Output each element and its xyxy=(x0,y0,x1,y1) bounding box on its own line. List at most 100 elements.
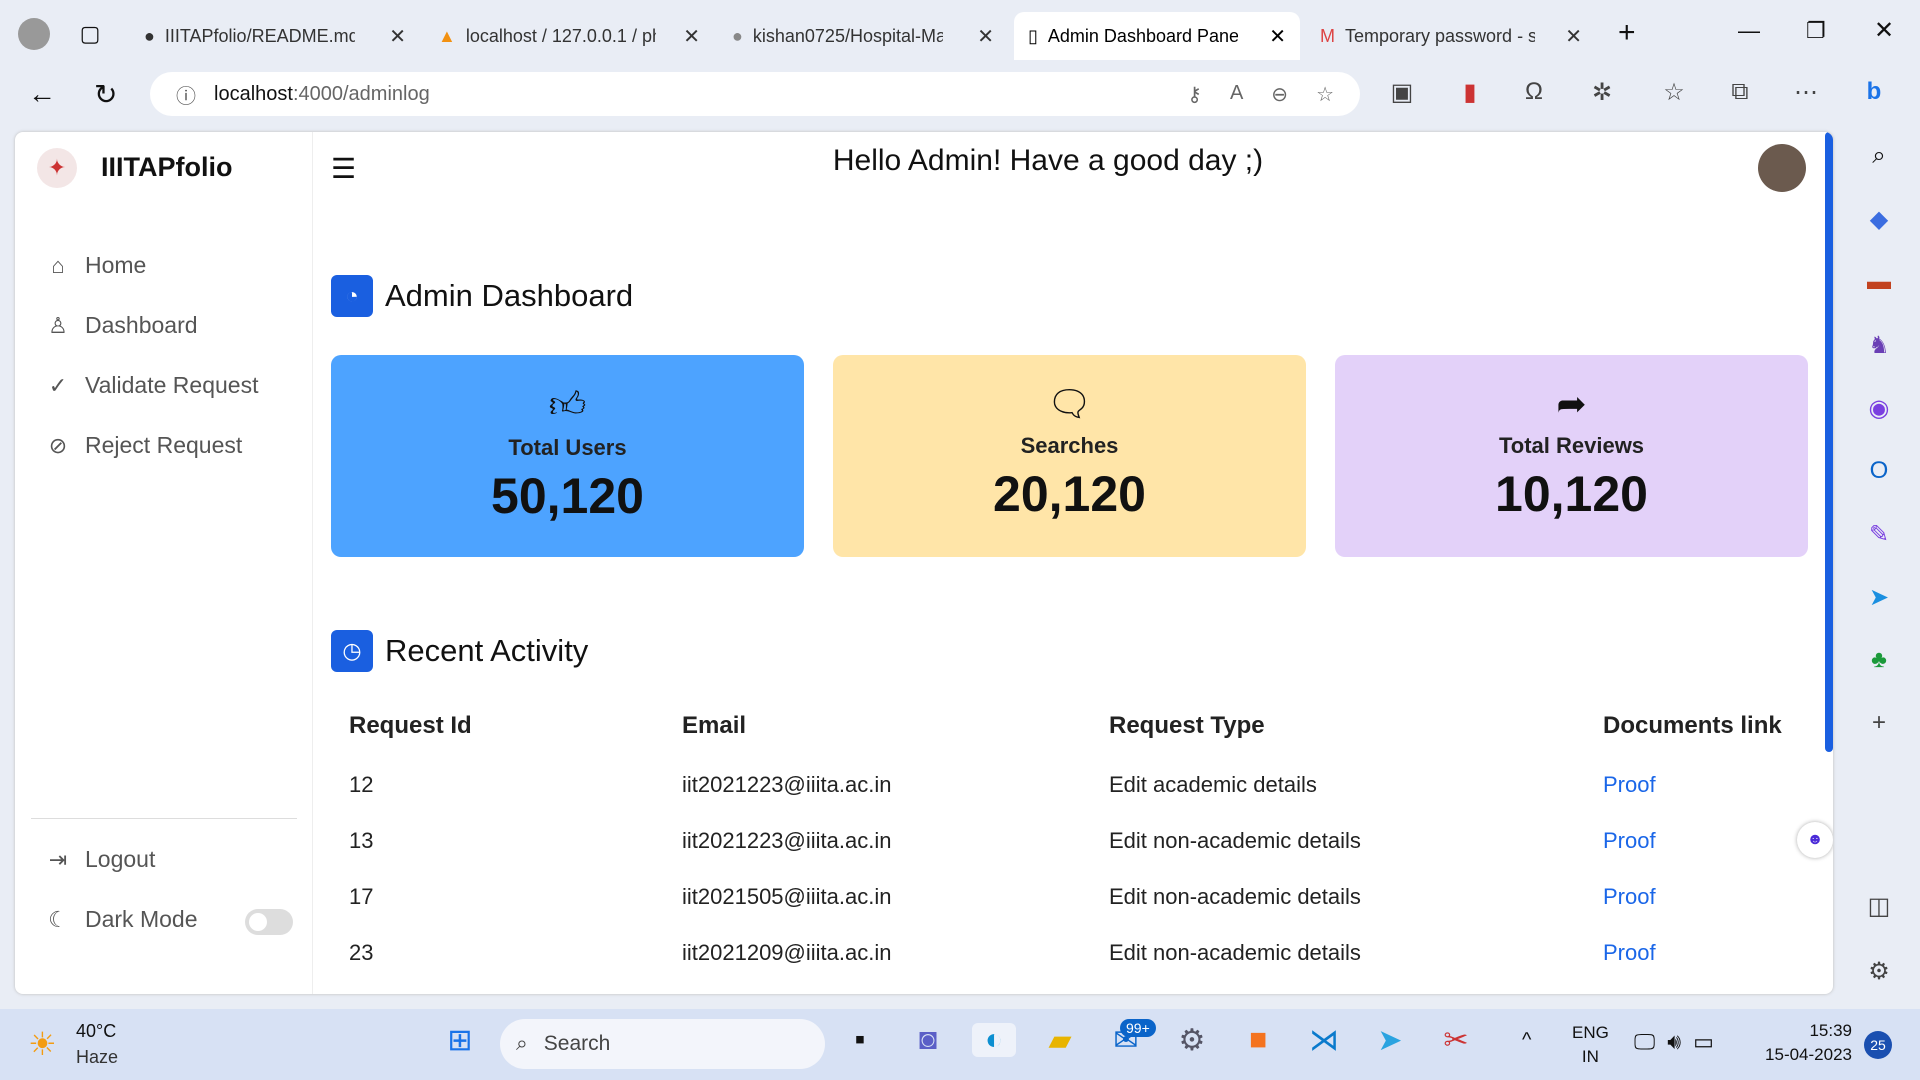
sidebar-item-dashboard[interactable]: ♙ Dashboard xyxy=(45,312,197,339)
tab-actions-icon[interactable]: ▢ xyxy=(76,20,104,48)
thumbs-up-icon: 👍︎ xyxy=(548,384,587,425)
sidebar-toggle-icon[interactable]: ◫ xyxy=(1859,892,1899,921)
avatar[interactable] xyxy=(1758,144,1806,192)
favorites-icon[interactable]: ☆ xyxy=(1658,78,1690,107)
close-icon[interactable]: ✕ xyxy=(977,24,994,49)
games-icon[interactable]: ♞ xyxy=(1859,331,1899,360)
proof-link[interactable]: Proof xyxy=(1603,884,1656,910)
sidebar-item-validate-request[interactable]: ✓ Validate Request xyxy=(45,372,259,399)
clock-icon: ◷ xyxy=(331,630,373,672)
tab-gmail[interactable]: M Temporary password - sl ✕ xyxy=(1306,12,1596,60)
outlook-icon[interactable]: O xyxy=(1859,457,1899,485)
weather-icon[interactable]: ☀ xyxy=(28,1025,57,1063)
window-close-button[interactable]: ✕ xyxy=(1874,16,1894,45)
dark-mode-row: ☾ Dark Mode xyxy=(45,906,197,933)
table-cell: Edit non-academic details xyxy=(1109,884,1361,909)
edge-icon[interactable]: ◐ xyxy=(972,1023,1016,1057)
extension-colors-icon[interactable]: ▮ xyxy=(1454,78,1486,107)
mail-badge: 99+ xyxy=(1120,1019,1156,1037)
weather-desc: Haze xyxy=(76,1047,119,1067)
column-header: Documents link xyxy=(1603,712,1782,739)
logout-button[interactable]: ⇥ Logout xyxy=(45,846,156,873)
read-aloud-icon[interactable]: A xyxy=(1230,82,1243,107)
more-icon[interactable]: ⋯ xyxy=(1790,78,1822,107)
extension-omega-icon[interactable]: Ω xyxy=(1518,78,1550,106)
tag-icon[interactable]: ◆ xyxy=(1859,205,1899,234)
chat-assistant-icon[interactable]: ☻ xyxy=(1797,822,1833,858)
extension-icon[interactable]: ▣ xyxy=(1386,78,1418,107)
proof-link[interactable]: Proof xyxy=(1603,772,1656,798)
key-icon[interactable]: ⚷ xyxy=(1187,82,1202,107)
recent-activity-heading: ◷ Recent Activity xyxy=(331,630,588,672)
zoom-out-icon[interactable]: ⊖ xyxy=(1271,82,1288,107)
new-tab-button[interactable]: + xyxy=(1618,16,1636,50)
info-icon[interactable]: ⓘ xyxy=(176,80,196,109)
tab-hospital[interactable]: ● kishan0725/Hospital-Ma ✕ xyxy=(718,12,1008,60)
address-bar[interactable]: ⓘ localhost:4000/adminlog ⚷ A ⊖ ☆ xyxy=(150,72,1360,116)
system-tray[interactable]: 🖵︎ 🔊︎ ▭ xyxy=(1634,1029,1714,1055)
search-icon[interactable]: ⌕ xyxy=(1859,142,1899,170)
table-cell: 12 xyxy=(349,772,374,797)
settings-icon[interactable]: ⚙ xyxy=(1859,957,1899,986)
profile-icon[interactable] xyxy=(18,18,50,50)
sidebar: ✦ IIITAPfolio ⌂ Home ♙ Dashboard ✓ Validate… xyxy=(15,132,313,994)
dark-mode-toggle[interactable] xyxy=(245,909,293,935)
file-explorer-icon[interactable]: ▰ xyxy=(1038,1023,1082,1058)
task-view-icon[interactable]: ▪ xyxy=(838,1023,882,1057)
refresh-button[interactable]: ↻ xyxy=(94,78,117,111)
tab-readme[interactable]: ● IIITAPfolio/README.md ✕ xyxy=(130,12,420,60)
gauge-icon: ◔ xyxy=(331,275,373,317)
tree-icon[interactable]: ♣ xyxy=(1859,646,1899,674)
tab-phpmyadmin[interactable]: ▲ localhost / 127.0.0.1 / php ✕ xyxy=(424,12,714,60)
close-icon[interactable]: ✕ xyxy=(683,24,700,49)
tab-admin-dashboard[interactable]: ▯ Admin Dashboard Panel ✕ xyxy=(1014,12,1300,60)
table-cell: iit2021505@iiita.ac.in xyxy=(682,884,892,909)
table-cell: Edit non-academic details xyxy=(1109,940,1361,965)
collections-icon[interactable]: ⧉ xyxy=(1724,78,1756,106)
clock[interactable]: 15:39 15-04-2023 xyxy=(1752,1021,1852,1065)
close-icon[interactable]: ✕ xyxy=(1565,24,1582,49)
moon-icon: ☾ xyxy=(48,906,68,932)
office-icon[interactable]: ◉ xyxy=(1859,394,1899,423)
scrollbar[interactable] xyxy=(1825,132,1833,752)
phpmyadmin-icon: ▲ xyxy=(438,25,456,46)
teams-icon[interactable]: ◙ xyxy=(906,1023,950,1057)
greeting: Hello Admin! Have a good day ;) xyxy=(832,144,1264,177)
minimize-button[interactable]: — xyxy=(1738,18,1760,44)
snipping-tool-icon[interactable]: ✂ xyxy=(1434,1023,1478,1058)
logout-icon: ⇥ xyxy=(48,846,68,872)
tab-bar: ▢ ● IIITAPfolio/README.md ✕ ▲ localhost / 1… xyxy=(0,0,1920,68)
restore-button[interactable]: ❐ xyxy=(1806,18,1826,44)
telegram-icon[interactable]: ➤ xyxy=(1368,1023,1412,1058)
sidebar-item-reject-request[interactable]: ⊘ Reject Request xyxy=(45,432,242,459)
share-icon: ➦ xyxy=(1556,383,1587,424)
chat-icon: 🗨︎ xyxy=(1046,383,1093,424)
toolbox-icon[interactable]: ▬ xyxy=(1859,268,1899,296)
sidebar-item-home[interactable]: ⌂ Home xyxy=(45,252,146,279)
designer-icon[interactable]: ✎ xyxy=(1859,520,1899,549)
taskbar-search[interactable]: ⌕ Search xyxy=(500,1019,825,1069)
table-cell: 23 xyxy=(349,940,374,965)
settings-app-icon[interactable]: ⚙ xyxy=(1170,1023,1214,1058)
language-indicator[interactable]: ENG IN xyxy=(1572,1023,1609,1067)
xampp-icon[interactable]: ■ xyxy=(1236,1023,1280,1057)
github-icon: ● xyxy=(144,25,155,46)
proof-link[interactable]: Proof xyxy=(1603,828,1656,854)
dashboard-heading: ◔ Admin Dashboard xyxy=(331,275,633,317)
vscode-icon[interactable]: ⋊ xyxy=(1302,1023,1346,1058)
divider xyxy=(31,818,297,819)
extensions-icon[interactable]: ✲ xyxy=(1586,78,1618,107)
proof-link[interactable]: Proof xyxy=(1603,940,1656,966)
windows-start-icon[interactable]: ⊞ xyxy=(438,1023,482,1058)
network-icon: 🖵︎ xyxy=(1634,1029,1656,1054)
tray-expand-icon[interactable]: ^ xyxy=(1522,1029,1531,1052)
weather-temp: 40°C xyxy=(76,1021,117,1041)
close-icon[interactable]: ✕ xyxy=(389,24,406,49)
favorite-add-icon[interactable]: ☆ xyxy=(1316,82,1334,107)
back-button[interactable]: ← xyxy=(28,78,56,110)
notification-badge[interactable]: 25 xyxy=(1864,1031,1892,1059)
bing-icon[interactable]: b xyxy=(1858,78,1890,106)
send-icon[interactable]: ➤ xyxy=(1859,583,1899,612)
add-icon[interactable]: + xyxy=(1859,709,1899,737)
close-icon[interactable]: ✕ xyxy=(1269,24,1286,49)
